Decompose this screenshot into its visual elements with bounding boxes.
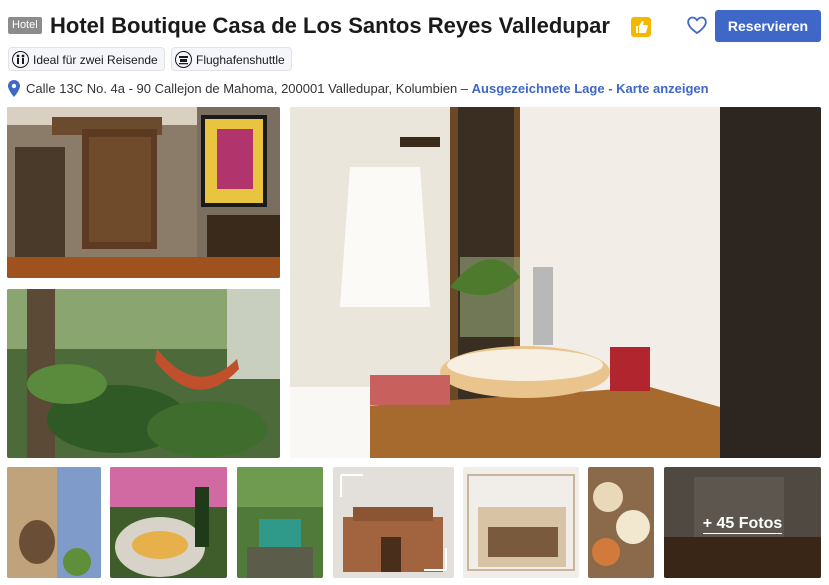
favorite-heart-icon[interactable] <box>685 13 709 37</box>
chip-couples-label: Ideal für zwei Reisende <box>33 53 158 67</box>
address-text: Calle 13C No. 4a - 90 Callejon de Mahoma… <box>26 81 472 96</box>
chip-shuttle-label: Flughafenshuttle <box>196 53 285 67</box>
hotel-header: Hotel Hotel Boutique Casa de Los Santos … <box>8 10 821 44</box>
photo-thumb-1[interactable] <box>7 467 101 578</box>
reserve-button[interactable]: Reservieren <box>715 10 821 42</box>
property-type-badge: Hotel <box>8 17 42 34</box>
photo-thumb-4[interactable] <box>333 467 454 578</box>
couple-icon <box>12 51 29 68</box>
photo-more[interactable]: + 45 Fotos <box>664 467 821 578</box>
photo-bathroom[interactable] <box>290 107 821 458</box>
chip-shuttle: Flughafenshuttle <box>171 47 292 71</box>
hotel-title: Hotel Boutique Casa de Los Santos Reyes … <box>50 13 610 38</box>
photo-thumb-3[interactable] <box>237 467 323 578</box>
thumbs-up-icon <box>631 17 651 37</box>
photo-thumb-5[interactable] <box>463 467 579 578</box>
map-link[interactable]: Ausgezeichnete Lage - Karte anzeigen <box>472 81 709 96</box>
photo-entrance[interactable] <box>7 107 280 278</box>
photo-garden-hammock[interactable] <box>7 289 280 458</box>
shuttle-icon <box>175 51 192 68</box>
photo-thumb-2[interactable] <box>110 467 227 578</box>
location-pin-icon <box>8 80 20 97</box>
chip-couples: Ideal für zwei Reisende <box>8 47 165 71</box>
photo-thumb-6[interactable] <box>588 467 654 578</box>
more-photos-label[interactable]: + 45 Fotos <box>664 515 821 534</box>
